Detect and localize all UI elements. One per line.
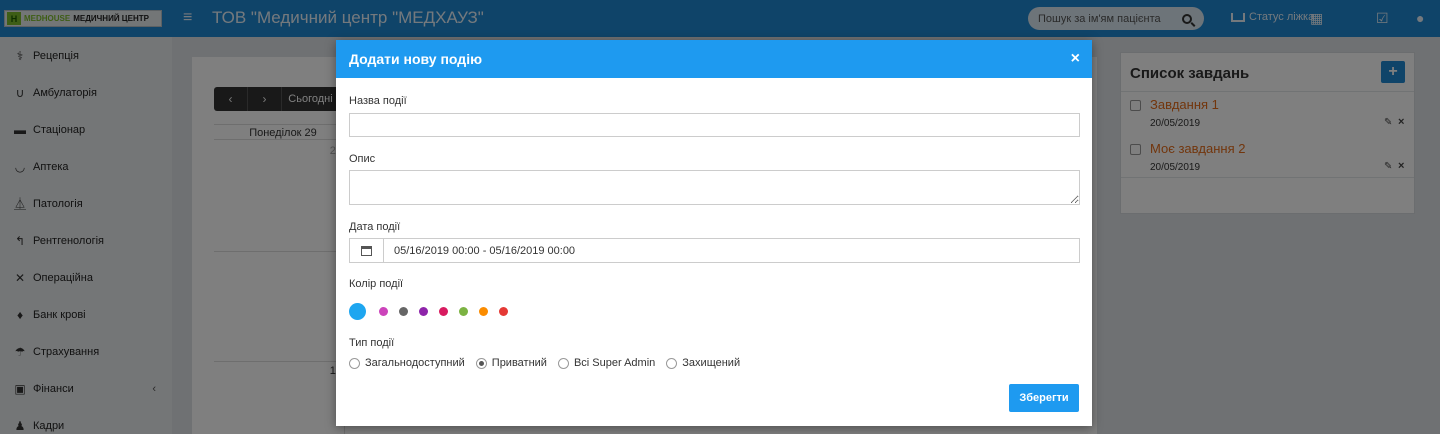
close-icon[interactable]: × [1071, 50, 1080, 68]
modal-title: Додати нову подію [349, 51, 483, 67]
color-swatch[interactable] [399, 307, 408, 316]
color-picker [349, 303, 519, 320]
color-swatch[interactable] [379, 307, 388, 316]
radio-button[interactable] [666, 357, 678, 369]
save-button[interactable]: Зберегти [1009, 384, 1079, 412]
event-date-label: Дата події [349, 221, 401, 233]
color-swatch-selected[interactable] [349, 303, 366, 320]
color-swatch[interactable] [479, 307, 488, 316]
type-option-private[interactable]: Приватний [475, 357, 547, 369]
radio-button[interactable] [557, 357, 569, 369]
calendar-icon [361, 245, 372, 256]
type-option-protected[interactable]: Захищений [666, 357, 740, 369]
type-option-label: Захищений [682, 357, 741, 369]
date-addon [350, 239, 384, 262]
event-type-label: Тип події [349, 337, 395, 349]
color-swatch[interactable] [459, 307, 468, 316]
type-option-label: Всі Super Admin [573, 357, 656, 369]
type-option-label: Приватний [491, 357, 547, 369]
type-option-label: Загальнодоступний [365, 357, 465, 369]
event-type-radios: Загальнодоступний Приватний Всі Super Ad… [349, 357, 740, 369]
color-swatch[interactable] [419, 307, 428, 316]
event-date-field[interactable]: 05/16/2019 00:00 - 05/16/2019 00:00 [349, 238, 1080, 263]
color-swatch[interactable] [439, 307, 448, 316]
type-option-public[interactable]: Загальнодоступний [349, 357, 465, 369]
radio-button[interactable] [475, 357, 487, 369]
event-name-input[interactable] [349, 113, 1080, 137]
description-textarea[interactable] [349, 170, 1080, 205]
event-color-label: Колір події [349, 278, 404, 290]
color-swatch[interactable] [499, 307, 508, 316]
description-label: Опис [349, 153, 376, 165]
radio-button[interactable] [349, 357, 360, 369]
event-date-value[interactable]: 05/16/2019 00:00 - 05/16/2019 00:00 [384, 239, 575, 262]
type-option-super-admin[interactable]: Всі Super Admin [557, 357, 656, 369]
modal-header: Додати нову подію × [336, 40, 1092, 78]
event-name-label: Назва події [349, 95, 407, 107]
add-event-modal: Додати нову подію × Назва події Опис Дат… [336, 40, 1092, 426]
